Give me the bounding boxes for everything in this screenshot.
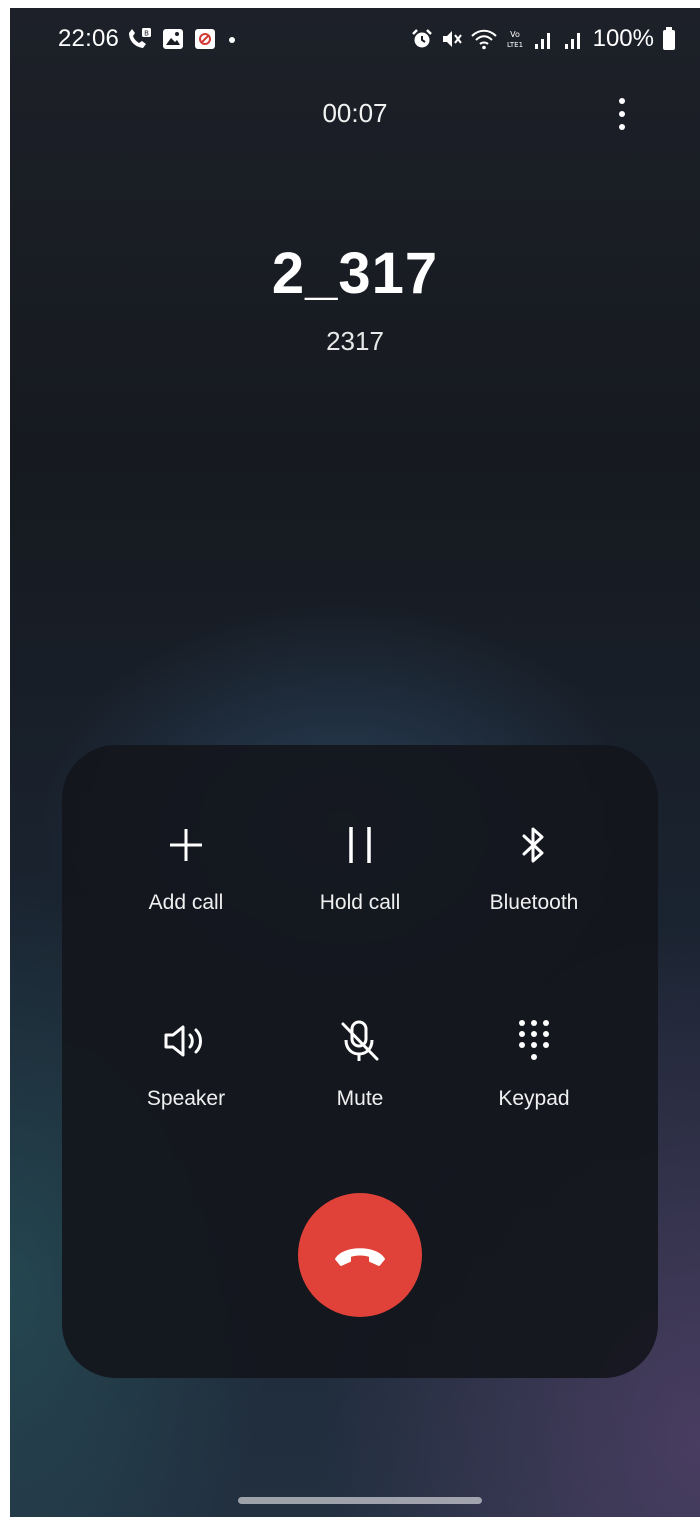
status-time: 22:06 bbox=[58, 25, 120, 52]
speaker-label: Speaker bbox=[146, 1087, 226, 1110]
signal-icon bbox=[534, 33, 550, 49]
speaker-icon bbox=[156, 1011, 216, 1071]
gallery-icon bbox=[163, 29, 183, 49]
caller-number: 2317 bbox=[326, 326, 384, 356]
bluetooth-label: Bluetooth bbox=[489, 891, 579, 914]
hold-call-label: Hold call bbox=[319, 891, 401, 914]
caller-name: 2_317 bbox=[271, 241, 439, 306]
call-timer: 00:07 bbox=[322, 98, 388, 128]
add-call-label: Add call bbox=[148, 891, 224, 914]
end-call-button[interactable] bbox=[298, 1193, 422, 1317]
volte-icon: Vo LTE1 bbox=[507, 30, 523, 49]
keypad-label: Keypad bbox=[498, 1087, 570, 1110]
wifi-icon bbox=[470, 29, 497, 50]
svg-text:Vo: Vo bbox=[510, 30, 520, 39]
signal-icon-2 bbox=[564, 33, 580, 49]
keypad-icon bbox=[504, 1011, 564, 1071]
mic-off-icon bbox=[330, 1011, 390, 1071]
battery-text: 100% bbox=[592, 25, 654, 52]
more-options-button[interactable] bbox=[602, 92, 642, 136]
status-right: Vo LTE1 100% bbox=[411, 25, 676, 53]
mute-button[interactable]: Mute bbox=[270, 1011, 450, 1141]
mute-icon bbox=[442, 31, 462, 47]
dot-icon bbox=[229, 37, 235, 43]
speaker-button[interactable]: Speaker bbox=[96, 1011, 276, 1141]
status-bar: 22:06 B Vo LTE1 100% bbox=[10, 8, 700, 76]
call-controls-panel: Add call Hold call Bluetooth Speaker Mut… bbox=[62, 745, 658, 1378]
hold-call-button[interactable]: Hold call bbox=[270, 815, 450, 945]
keypad-button[interactable]: Keypad bbox=[444, 1011, 624, 1141]
plus-icon bbox=[156, 815, 216, 875]
bluetooth-icon bbox=[504, 815, 564, 875]
mute-label: Mute bbox=[336, 1087, 384, 1110]
blocked-notification-icon bbox=[195, 29, 215, 49]
svg-text:LTE1: LTE1 bbox=[507, 41, 523, 49]
battery-icon bbox=[663, 27, 675, 50]
svg-text:B: B bbox=[144, 30, 149, 38]
wifi-calling-icon: B bbox=[129, 28, 151, 48]
phone-hangup-icon bbox=[335, 1248, 385, 1266]
bluetooth-button[interactable]: Bluetooth bbox=[444, 815, 624, 945]
pause-icon bbox=[330, 815, 390, 875]
status-left-icons: B bbox=[126, 27, 238, 51]
more-vertical-icon bbox=[619, 98, 625, 130]
home-indicator[interactable] bbox=[238, 1497, 482, 1504]
call-screen: 22:06 B Vo LTE1 100% 00:07 2_317 2317 Ad… bbox=[10, 8, 700, 1517]
alarm-icon bbox=[411, 29, 432, 48]
add-call-button[interactable]: Add call bbox=[96, 815, 276, 945]
